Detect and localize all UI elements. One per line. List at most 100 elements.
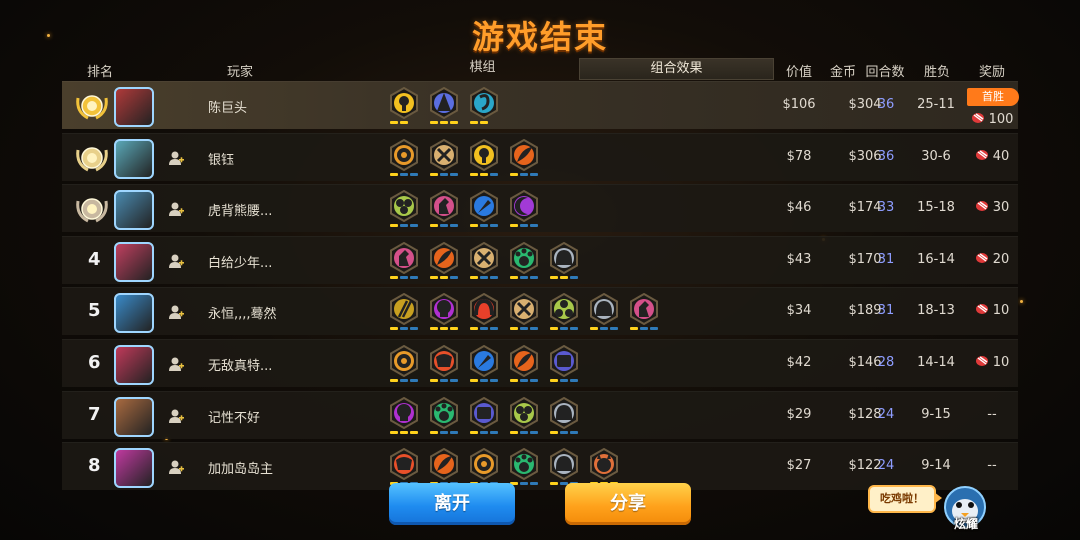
trait-tridents-icon[interactable]	[388, 293, 420, 333]
player-name[interactable]: 银钰	[208, 149, 234, 168]
candy-reward-icon	[975, 355, 988, 366]
add-friend-icon[interactable]	[168, 150, 184, 166]
trait-level-bar	[630, 327, 658, 331]
avatar[interactable]	[114, 190, 154, 231]
trait-list	[388, 190, 540, 230]
trait-knight-icon[interactable]	[628, 293, 660, 333]
win-loss-cell: 25-11	[917, 97, 955, 112]
trait-crescent-icon[interactable]	[508, 190, 540, 230]
player-row: 虎背熊腰... $46 $174 33 15-18 30	[62, 184, 1018, 233]
bronze-laurel-medal-icon	[76, 198, 108, 223]
trait-level-bar	[390, 378, 418, 382]
trait-level-bar	[510, 482, 538, 486]
trait-level-bar	[470, 172, 498, 176]
header-rank: 排名	[86, 65, 113, 80]
trait-helmet-icon[interactable]	[588, 293, 620, 333]
player-row: 8 加加岛岛主 $27 $122 24 9-14 --	[62, 442, 1018, 491]
trait-level-bar	[510, 378, 538, 382]
trait-level-bar	[390, 121, 408, 124]
add-friend-icon[interactable]	[168, 356, 184, 372]
trait-level-bar	[470, 430, 498, 434]
tab-lineup[interactable]: 棋组	[386, 58, 579, 80]
player-name[interactable]: 白给少年...	[208, 252, 272, 271]
avatar[interactable]	[114, 241, 154, 282]
avatar[interactable]	[114, 344, 154, 385]
share-button[interactable]: 分享	[565, 483, 691, 525]
trait-helmet-icon[interactable]	[548, 396, 580, 437]
trait-keyhole-icon[interactable]	[388, 87, 420, 127]
trait-helmet-icon[interactable]	[548, 241, 580, 282]
reward-cell: 10	[962, 303, 1022, 318]
trait-axe-icon[interactable]	[428, 138, 460, 179]
lineup-tabs: 棋组 组合效果	[386, 58, 774, 80]
add-friend-icon[interactable]	[168, 253, 184, 269]
trait-hook-icon[interactable]	[468, 87, 500, 127]
player-name[interactable]: 虎背熊腰...	[208, 200, 272, 219]
trait-paw-icon[interactable]	[508, 448, 540, 488]
trait-carrot-icon[interactable]	[468, 344, 500, 385]
trait-level-bar	[550, 378, 578, 382]
trait-clover-icon[interactable]	[508, 396, 540, 437]
trait-level-bar	[390, 430, 418, 434]
trait-axe-icon[interactable]	[508, 293, 540, 333]
trait-knight-icon[interactable]	[388, 241, 420, 282]
avatar[interactable]	[114, 396, 154, 437]
reward-amount: 10	[992, 303, 1010, 319]
trait-paw-icon[interactable]	[428, 396, 460, 437]
player-name[interactable]: 加加岛岛主	[208, 458, 273, 477]
player-name[interactable]: 无敌真特...	[208, 355, 272, 374]
trait-level-bar	[430, 378, 458, 382]
trait-arch-icon[interactable]	[468, 293, 500, 333]
header-reward: 奖励	[978, 65, 1005, 80]
player-name[interactable]: 永恒,,,,蓦然	[208, 303, 277, 322]
trait-axe-icon[interactable]	[468, 241, 500, 282]
trait-knight-icon[interactable]	[428, 190, 460, 230]
player-row: 5 永恒,,,,蓦然 $34 $189 31 18-13 10	[62, 287, 1018, 336]
trait-list	[388, 344, 580, 385]
trait-robot-icon[interactable]	[468, 396, 500, 437]
avatar[interactable]	[114, 138, 154, 179]
add-friend-icon[interactable]	[168, 201, 184, 217]
trait-feather-icon[interactable]	[508, 344, 540, 385]
trait-feather-icon[interactable]	[428, 241, 460, 282]
trait-trio-icon[interactable]	[548, 293, 580, 333]
add-friend-icon[interactable]	[168, 304, 184, 320]
candy-reward-icon	[975, 201, 988, 212]
trait-wizard-icon[interactable]	[428, 87, 460, 127]
player-row: 陈巨头 $106 $304 36 25-11 首胜 100	[62, 81, 1019, 129]
show-off-label[interactable]: 炫耀	[946, 515, 986, 532]
avatar[interactable]	[114, 87, 154, 127]
trait-level-bar	[470, 224, 498, 228]
trait-level-bar	[590, 327, 618, 331]
tab-synergy[interactable]: 组合效果	[579, 58, 774, 80]
trait-paw-icon[interactable]	[508, 241, 540, 282]
trait-keyhole-icon[interactable]	[468, 138, 500, 179]
trait-clover-icon[interactable]	[388, 190, 420, 230]
rank-number: 7	[88, 403, 101, 425]
header-gold: 金币	[829, 65, 856, 80]
add-friend-icon[interactable]	[168, 408, 184, 424]
trait-carrot-icon[interactable]	[468, 190, 500, 230]
candy-reward-icon	[975, 304, 988, 315]
trait-level-bar	[390, 224, 418, 228]
header-player: 玩家	[226, 65, 253, 80]
player-name[interactable]: 陈巨头	[208, 97, 247, 116]
trait-level-bar	[390, 172, 418, 176]
trait-gear-icon[interactable]	[388, 138, 420, 179]
trait-feather-icon[interactable]	[508, 138, 540, 179]
trait-skull-icon[interactable]	[428, 293, 460, 333]
trait-gear-icon[interactable]	[388, 344, 420, 385]
add-friend-icon[interactable]	[168, 459, 184, 475]
trait-level-bar	[470, 275, 498, 279]
trait-level-bar	[510, 172, 538, 176]
trait-robot-icon[interactable]	[548, 344, 580, 385]
trait-level-bar	[470, 378, 498, 382]
trait-list	[388, 241, 580, 282]
avatar[interactable]	[114, 448, 154, 489]
leave-button[interactable]: 离开	[389, 483, 515, 525]
trait-skull-icon[interactable]	[388, 396, 420, 437]
player-name[interactable]: 记性不好	[208, 407, 260, 426]
avatar[interactable]	[114, 293, 154, 334]
reward-cell: 10	[962, 355, 1022, 370]
trait-mask-icon[interactable]	[428, 344, 460, 385]
